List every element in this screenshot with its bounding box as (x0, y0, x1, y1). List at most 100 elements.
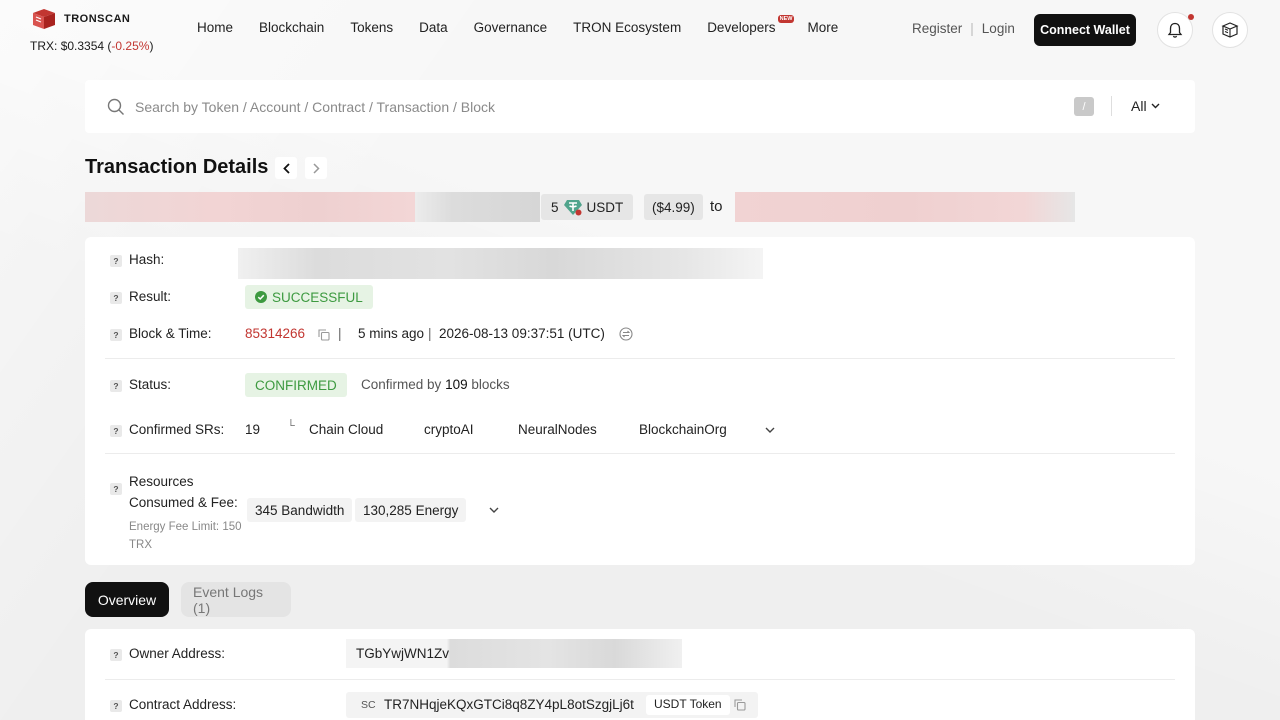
details-divider-2 (105, 453, 1175, 454)
bandwidth-value: 345 (255, 502, 278, 518)
price-value: $0.3354 (60, 39, 105, 53)
hash-label: Hash: (129, 252, 165, 267)
search-filter-select[interactable]: All (1131, 98, 1160, 114)
contract-address-link[interactable]: TR7NHqjeKQxGTCi8q8ZY4pL8otSzgjLj6t (384, 697, 634, 712)
timezone-toggle-icon[interactable] (619, 327, 633, 341)
redacted-to-address (735, 192, 1075, 222)
result-help-icon[interactable]: ? (110, 292, 122, 304)
nav-data[interactable]: Data (406, 20, 461, 35)
tronscan-logo-icon (33, 9, 55, 29)
chevron-down-icon (1151, 103, 1160, 109)
logo[interactable]: TRONSCAN (30, 8, 130, 30)
top-header: TRONSCAN TRX: $0.3354 (-0.25%) Home Bloc… (0, 0, 1280, 62)
block-separator: | (338, 326, 342, 341)
copy-contract-icon[interactable] (734, 699, 746, 711)
cube-icon (1221, 22, 1239, 38)
price-change: -0.25% (111, 39, 150, 53)
status-badge: CONFIRMED (245, 373, 347, 397)
bandwidth-unit: Bandwidth (281, 502, 345, 518)
block-time-label: Block & Time: (129, 326, 212, 341)
trx-price: TRX: $0.3354 (-0.25%) (30, 39, 154, 53)
nav-more[interactable]: More (794, 20, 851, 35)
owner-address-link[interactable]: TGbYwjWN1Zv (356, 646, 449, 661)
connect-wallet-button[interactable]: Connect Wallet (1034, 14, 1136, 46)
sr-chain-cloud[interactable]: Chain Cloud (309, 422, 383, 437)
overview-divider (105, 679, 1175, 680)
resources-expand-chevron-icon[interactable] (489, 507, 499, 513)
block-number-link[interactable]: 85314266 (245, 326, 305, 341)
energy-fee-limit-line2: TRX (129, 539, 152, 551)
search-filter-value: All (1131, 98, 1147, 114)
smart-contract-tag: SC (361, 699, 376, 711)
previous-transaction-button[interactable] (275, 157, 297, 179)
login-link[interactable]: Login (982, 21, 1015, 36)
search-input[interactable] (135, 95, 1035, 119)
chevron-right-icon (312, 162, 320, 174)
bandwidth-chip: 345 Bandwidth (247, 498, 353, 522)
nav-home[interactable]: Home (184, 20, 246, 35)
sr-cryptoai[interactable]: cryptoAI (424, 422, 474, 437)
resources-help-icon[interactable]: ? (110, 483, 122, 495)
sr-blockchainorg[interactable]: BlockchainOrg (639, 422, 727, 437)
confirmed-suffix: blocks (471, 377, 510, 392)
nav-blockchain[interactable]: Blockchain (246, 20, 337, 35)
status-label: Status: (129, 377, 172, 392)
check-circle-icon (255, 291, 267, 303)
energy-chip: 130,285 Energy (355, 498, 467, 522)
block-help-icon[interactable]: ? (110, 329, 122, 341)
resources-label-line2: Consumed & Fee: (129, 495, 238, 510)
logo-text: TRONSCAN (64, 13, 131, 25)
new-badge: NEW (777, 15, 795, 23)
usd-value: ($4.99) (644, 194, 703, 220)
result-value: SUCCESSFUL (272, 289, 363, 305)
contract-help-icon[interactable]: ? (110, 700, 122, 712)
result-badge: SUCCESSFUL (245, 285, 373, 309)
contract-token-badge[interactable]: USDT Token (646, 695, 730, 715)
to-label: to (710, 198, 723, 215)
nav-tokens[interactable]: Tokens (337, 20, 406, 35)
srs-count: 19 (245, 422, 261, 437)
resources-label-line1: Resources (129, 474, 194, 489)
nav-governance[interactable]: Governance (461, 20, 561, 35)
tab-event-logs[interactable]: Event Logs (1) (181, 582, 291, 617)
owner-help-icon[interactable]: ? (110, 649, 122, 661)
time-separator: | (428, 326, 432, 341)
redacted-method (415, 192, 540, 222)
next-transaction-button[interactable] (305, 157, 327, 179)
confirmed-count: 109 (445, 377, 468, 392)
energy-fee-limit: Energy Fee Limit: 150 TRX (129, 518, 242, 554)
bell-icon (1167, 22, 1183, 38)
transaction-details-card: ? Hash: ? Result: SUCCESSFUL ? Block & T… (85, 237, 1195, 565)
energy-value: 130,285 (363, 502, 412, 518)
transfer-amount: 5 (551, 199, 559, 215)
notification-dot (1188, 14, 1194, 20)
sr-neuralnodes[interactable]: NeuralNodes (518, 422, 597, 437)
transfer-amount-chip: 5 USDT (541, 194, 634, 220)
register-link[interactable]: Register (912, 21, 962, 36)
owner-address-label: Owner Address: (129, 646, 226, 661)
block-age: 5 mins ago (358, 326, 425, 341)
confirmed-prefix: Confirmed by (361, 377, 442, 392)
search-bar: / All (85, 80, 1195, 133)
copy-icon[interactable] (318, 329, 330, 341)
nav-developers[interactable]: Developers NEW (694, 15, 795, 35)
status-help-icon[interactable]: ? (110, 380, 122, 392)
search-shortcut-key: / (1074, 97, 1094, 116)
transfer-token[interactable]: USDT (587, 200, 624, 215)
srs-tree-connector: └ (287, 420, 295, 432)
tab-overview[interactable]: Overview (85, 582, 169, 617)
hash-help-icon[interactable]: ? (110, 255, 122, 267)
energy-unit: Energy (415, 502, 459, 518)
auth-links: Register | Login (912, 21, 1015, 36)
redacted-hash (238, 248, 763, 279)
search-divider (1111, 96, 1112, 116)
srs-help-icon[interactable]: ? (110, 425, 122, 437)
redacted-from-address (85, 192, 415, 222)
block-timestamp: 2026-08-13 09:37:51 (UTC) (439, 326, 605, 341)
price-label: TRX: (30, 39, 58, 53)
theme-button[interactable] (1212, 12, 1248, 48)
srs-expand-chevron-icon[interactable] (765, 427, 775, 433)
overview-card: ? Owner Address: TGbYwjWN1Zv ? Contract … (85, 629, 1195, 720)
nav-tron-ecosystem[interactable]: TRON Ecosystem (560, 20, 694, 35)
notifications-button[interactable] (1157, 12, 1194, 48)
